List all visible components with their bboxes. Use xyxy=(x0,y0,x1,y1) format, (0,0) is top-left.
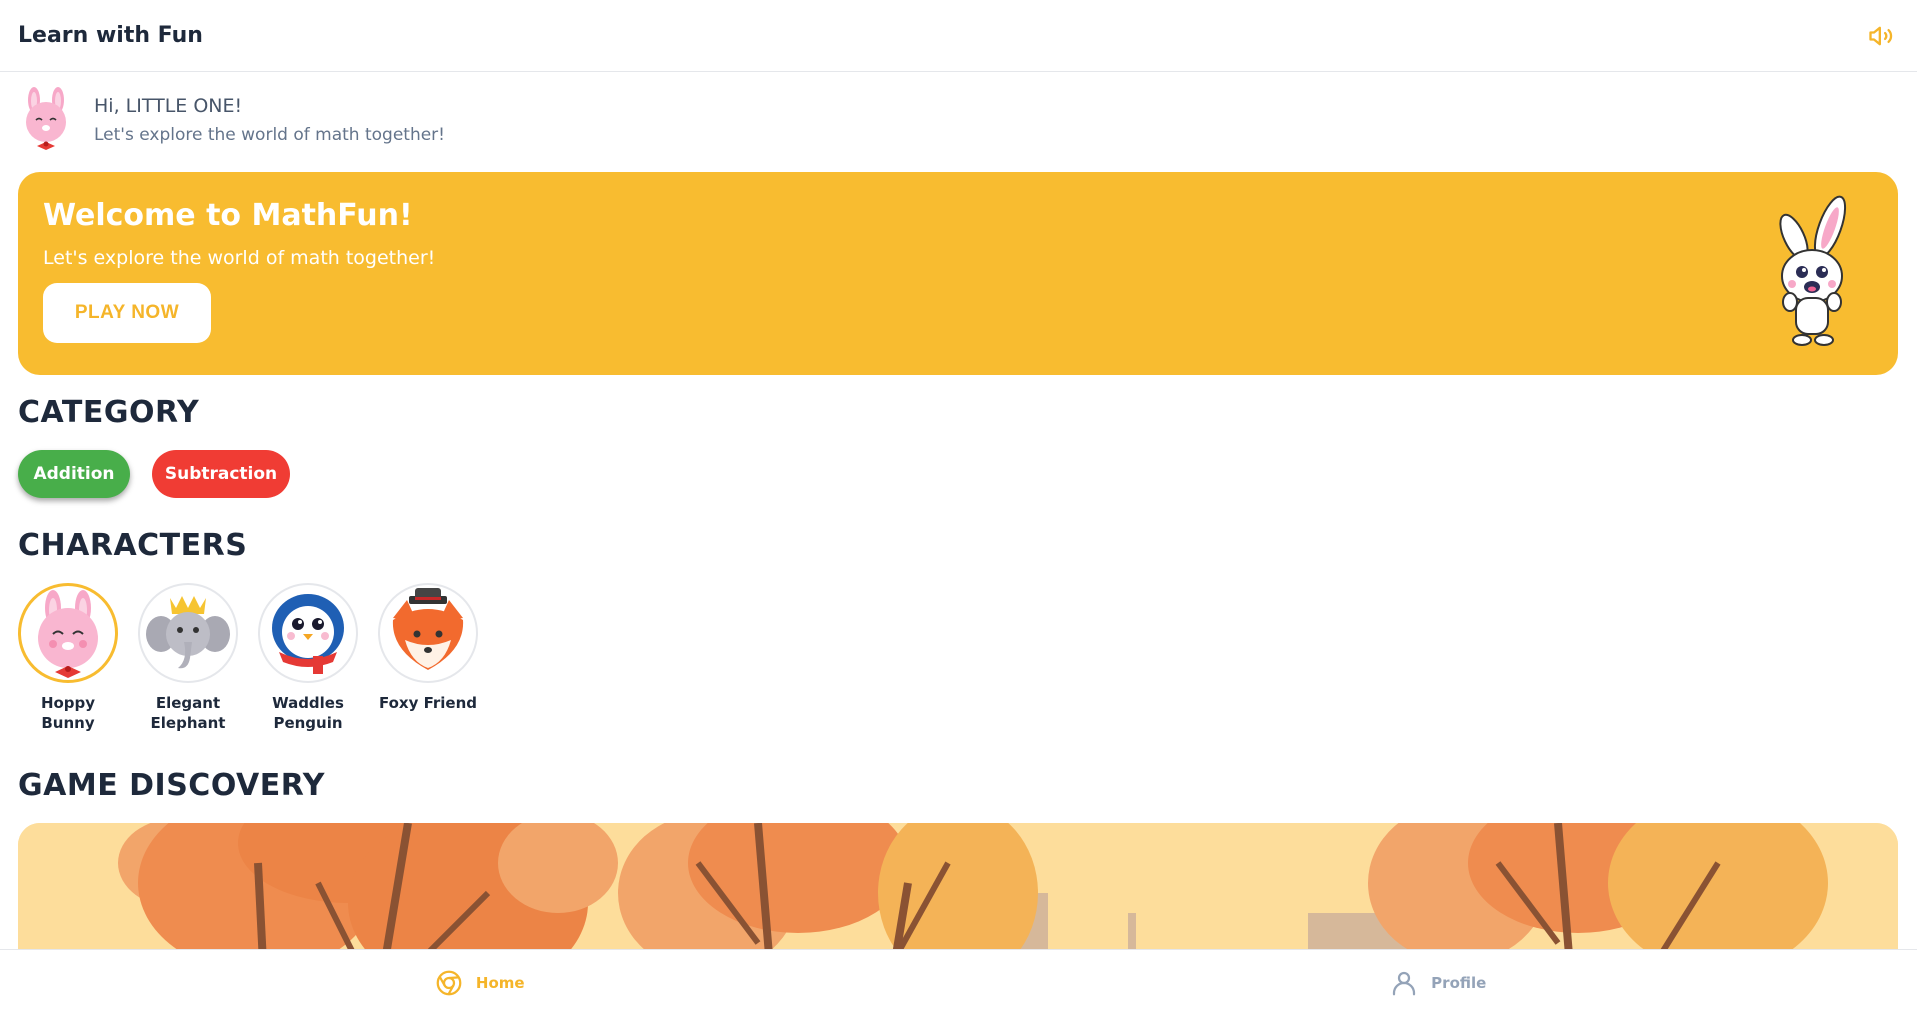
app-header: Learn with Fun xyxy=(0,0,1917,72)
category-heading: CATEGORY xyxy=(18,395,200,430)
banner-subtitle: Let's explore the world of math together… xyxy=(43,247,436,269)
category-list: Addition Subtraction xyxy=(18,450,290,498)
bottom-navigation: Home Profile xyxy=(0,949,1917,1016)
welcome-banner: Welcome to MathFun! Let's explore the wo… xyxy=(18,172,1898,375)
characters-heading: CHARACTERS xyxy=(18,528,248,563)
app-title: Learn with Fun xyxy=(18,23,203,48)
nav-home[interactable]: Home xyxy=(0,950,959,1016)
character-list: Hoppy Bunny Elegant Elephant Waddles Pen… xyxy=(18,583,478,733)
character-foxy-friend[interactable]: Foxy Friend xyxy=(378,583,478,733)
character-hoppy-bunny[interactable]: Hoppy Bunny xyxy=(18,583,118,733)
character-waddles-penguin[interactable]: Waddles Penguin xyxy=(258,583,358,733)
banner-title: Welcome to MathFun! xyxy=(43,198,413,233)
bunny-icon xyxy=(38,590,98,678)
elephant-icon xyxy=(146,596,230,669)
category-subtraction-button[interactable]: Subtraction xyxy=(152,450,290,498)
nav-home-label: Home xyxy=(475,974,525,992)
character-avatar xyxy=(378,583,478,683)
nav-profile-label: Profile xyxy=(1431,974,1487,992)
speaker-volume-icon xyxy=(1869,26,1893,45)
category-addition-button[interactable]: Addition xyxy=(18,450,130,498)
character-elegant-elephant[interactable]: Elegant Elephant xyxy=(138,583,238,733)
character-name: Foxy Friend xyxy=(378,694,478,712)
penguin-icon xyxy=(272,594,344,674)
home-icon xyxy=(436,970,462,996)
game-discovery-heading: GAME DISCOVERY xyxy=(18,768,325,803)
greeting-text: Hi, LITTLE ONE! xyxy=(94,95,243,117)
greeting-subtitle: Let's explore the world of math together… xyxy=(94,125,445,145)
bunny-mascot-illustration xyxy=(1779,195,1847,346)
fox-icon xyxy=(392,588,464,670)
play-now-button[interactable]: PLAY NOW xyxy=(43,283,211,343)
greeting: Hi, LITTLE ONE! Let's explore the world … xyxy=(18,86,445,154)
bunny-avatar xyxy=(26,87,66,150)
character-avatar xyxy=(258,583,358,683)
nav-profile[interactable]: Profile xyxy=(959,950,1917,1016)
character-name: Hoppy Bunny xyxy=(40,694,96,732)
user-icon xyxy=(1393,971,1416,996)
character-name: Waddles Penguin xyxy=(272,694,344,732)
character-avatar xyxy=(138,583,238,683)
sound-button[interactable] xyxy=(1863,18,1899,54)
character-avatar xyxy=(18,583,118,683)
character-name: Elegant Elephant xyxy=(150,694,226,732)
